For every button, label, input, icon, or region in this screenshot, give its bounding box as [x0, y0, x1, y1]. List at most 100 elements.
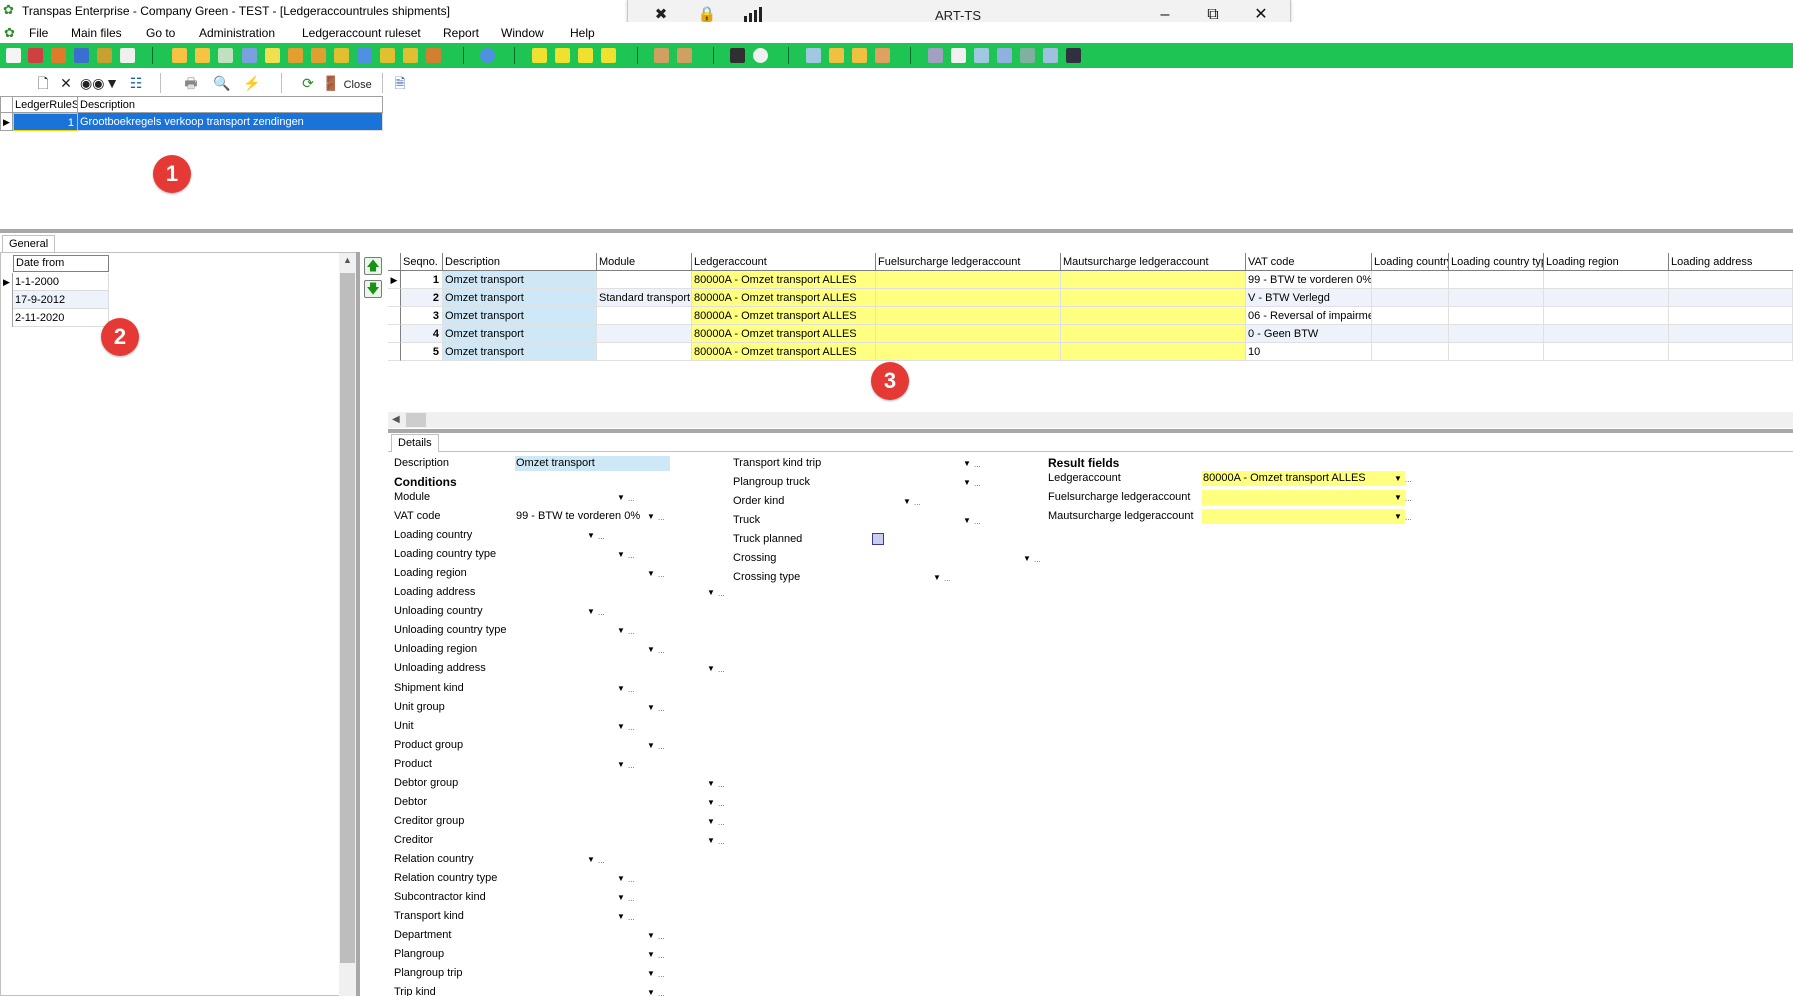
column-header-ledgeraccount[interactable]: Ledgeraccount — [692, 253, 876, 271]
toolbar-coins-icon[interactable] — [829, 48, 844, 63]
lookup-ellipsis-icon[interactable]: ... — [1034, 551, 1041, 566]
trip-kind-field[interactable] — [515, 985, 658, 996]
menu-file[interactable]: File — [29, 26, 48, 40]
column-header-loading-country[interactable]: Loading country — [1372, 253, 1449, 271]
details-splitter[interactable] — [388, 429, 1793, 433]
lookup-ellipsis-icon[interactable]: ... — [628, 547, 635, 562]
lookup-ellipsis-icon[interactable]: ... — [628, 681, 635, 696]
rule-fuelsurcharge-cell[interactable] — [876, 271, 1061, 289]
lookup-ellipsis-icon[interactable]: ... — [658, 642, 665, 657]
plangroup-field[interactable] — [515, 947, 658, 963]
plangroup-trip-field[interactable] — [515, 966, 658, 982]
lookup-ellipsis-icon[interactable]: ... — [658, 738, 665, 753]
chevron-down-icon[interactable]: ▼ — [586, 528, 596, 543]
toolbar-users-icon[interactable] — [74, 48, 89, 63]
rule-loading-country-cell[interactable] — [1372, 289, 1449, 307]
scroll-left-icon[interactable]: ◀ — [392, 414, 400, 425]
debtor-field[interactable] — [515, 794, 718, 810]
menu-ledgeraccount-ruleset[interactable]: Ledgeraccount ruleset — [302, 26, 421, 40]
rule-ledgeraccount-cell[interactable]: 80000A - Omzet transport ALLES — [692, 343, 876, 361]
toolbar-monitor-icon[interactable] — [1066, 48, 1081, 63]
toolbar-clock-icon[interactable] — [753, 48, 768, 63]
print-preview-icon[interactable]: 🔍 — [213, 74, 230, 93]
rule-vat-code-cell[interactable]: V - BTW Verlegd — [1246, 289, 1372, 307]
chevron-down-icon[interactable]: ▼ — [1393, 490, 1403, 505]
shipment-kind-field[interactable] — [515, 680, 628, 696]
column-header-seqno[interactable]: Seqno. — [401, 253, 443, 271]
close-button[interactable]: 🚪 Close — [319, 74, 375, 93]
app-menu-icon[interactable]: ✿ — [4, 25, 15, 41]
rule-mautsurcharge-cell[interactable] — [1061, 271, 1246, 289]
toolbar-truck-yellow-4-icon[interactable] — [601, 48, 616, 63]
rule-seqno-cell[interactable]: 1 — [401, 271, 443, 289]
result-fuelsurcharge-field[interactable] — [1202, 490, 1405, 505]
rule-loading-country-type-cell[interactable] — [1449, 271, 1544, 289]
lookup-ellipsis-icon[interactable]: ... — [718, 814, 725, 829]
rule-description-cell[interactable]: Omzet transport — [443, 289, 597, 307]
rule-description-cell[interactable]: Omzet transport — [443, 307, 597, 325]
lookup-ellipsis-icon[interactable]: ... — [718, 661, 725, 676]
column-header-fuelsurcharge[interactable]: Fuelsurcharge ledgeraccount — [876, 253, 1061, 271]
module-field[interactable] — [515, 490, 628, 505]
rule-module-cell[interactable]: Standard transport — [597, 289, 692, 307]
rule-loading-country-cell[interactable] — [1372, 271, 1449, 289]
column-header-loading-address[interactable]: Loading address — [1669, 253, 1793, 271]
toolbar-settings-icon[interactable] — [951, 48, 966, 63]
plangroup-truck-field[interactable] — [831, 475, 974, 491]
rule-module-cell[interactable] — [597, 307, 692, 325]
rule-vat-code-cell[interactable]: 06 - Reversal of impairment — [1246, 307, 1372, 325]
filter-icon[interactable]: ▼ — [104, 74, 120, 93]
chevron-down-icon[interactable]: ▼ — [616, 490, 626, 505]
column-header-ledgerrules[interactable]: LedgerRuleS — [13, 97, 78, 113]
chevron-down-icon[interactable]: ▼ — [646, 566, 656, 581]
rule-mautsurcharge-cell[interactable] — [1061, 307, 1246, 325]
chevron-down-icon[interactable]: ▼ — [706, 795, 716, 810]
truck-field[interactable] — [831, 513, 974, 529]
lookup-ellipsis-icon[interactable]: ... — [628, 623, 635, 638]
date-row-3[interactable]: 2-11-2020 — [13, 309, 109, 327]
lookup-ellipsis-icon[interactable]: ... — [718, 585, 725, 600]
tab-details[interactable]: Details — [391, 434, 439, 452]
rule-description-cell[interactable]: Omzet transport — [443, 271, 597, 289]
toolbar-truck-yellow-2-icon[interactable] — [555, 48, 570, 63]
lookup-ellipsis-icon[interactable]: ... — [658, 966, 665, 981]
chevron-down-icon[interactable]: ▼ — [706, 814, 716, 829]
lookup-ellipsis-icon[interactable]: ... — [628, 890, 635, 905]
lookup-ellipsis-icon[interactable]: ... — [598, 852, 605, 867]
date-row-1[interactable]: 1-1-2000 — [13, 273, 109, 291]
rule-loading-country-type-cell[interactable] — [1449, 343, 1544, 361]
rule-loading-address-cell[interactable] — [1669, 307, 1793, 325]
chevron-down-icon[interactable]: ▼ — [962, 513, 972, 528]
toolbar-tree-icon[interactable] — [218, 48, 233, 63]
lookup-ellipsis-icon[interactable]: ... — [718, 776, 725, 791]
rule-ledgeraccount-cell[interactable]: 80000A - Omzet transport ALLES — [692, 325, 876, 343]
menu-window[interactable]: Window — [501, 26, 544, 40]
relation-country-type-field[interactable] — [515, 871, 628, 886]
toolbar-fax-icon[interactable] — [997, 48, 1012, 63]
lookup-ellipsis-icon[interactable]: ... — [598, 604, 605, 619]
column-header-vat-code[interactable]: VAT code — [1246, 253, 1372, 271]
left-panel-scrollbar[interactable]: ▲ — [339, 253, 356, 996]
chevron-down-icon[interactable]: ▼ — [706, 661, 716, 676]
new-record-icon[interactable]: 🗋 — [35, 74, 51, 93]
lookup-ellipsis-icon[interactable]: ... — [974, 513, 981, 528]
chevron-down-icon[interactable]: ▼ — [586, 852, 596, 867]
column-header-description[interactable]: Description — [78, 97, 383, 113]
menu-administration[interactable]: Administration — [199, 26, 275, 40]
toolbar-network-icon[interactable] — [1020, 48, 1035, 63]
column-header-loading-country-type[interactable]: Loading country type — [1449, 253, 1544, 271]
chevron-down-icon[interactable]: ▼ — [706, 585, 716, 600]
unloading-region-field[interactable] — [515, 642, 658, 658]
menu-main-files[interactable]: Main files — [71, 26, 122, 40]
rule-module-cell[interactable] — [597, 325, 692, 343]
toolbar-money-icon[interactable] — [852, 48, 867, 63]
rule-seqno-cell[interactable]: 2 — [401, 289, 443, 307]
toolbar-folder-open-icon[interactable] — [195, 48, 210, 63]
debtor-group-field[interactable] — [515, 775, 718, 791]
rule-fuelsurcharge-cell[interactable] — [876, 289, 1061, 307]
rule-loading-address-cell[interactable] — [1669, 289, 1793, 307]
scroll-thumb[interactable] — [406, 413, 426, 427]
toolbar-package-icon[interactable] — [403, 48, 418, 63]
rule-fuelsurcharge-cell[interactable] — [876, 343, 1061, 361]
rule-description-cell[interactable]: Omzet transport — [443, 325, 597, 343]
